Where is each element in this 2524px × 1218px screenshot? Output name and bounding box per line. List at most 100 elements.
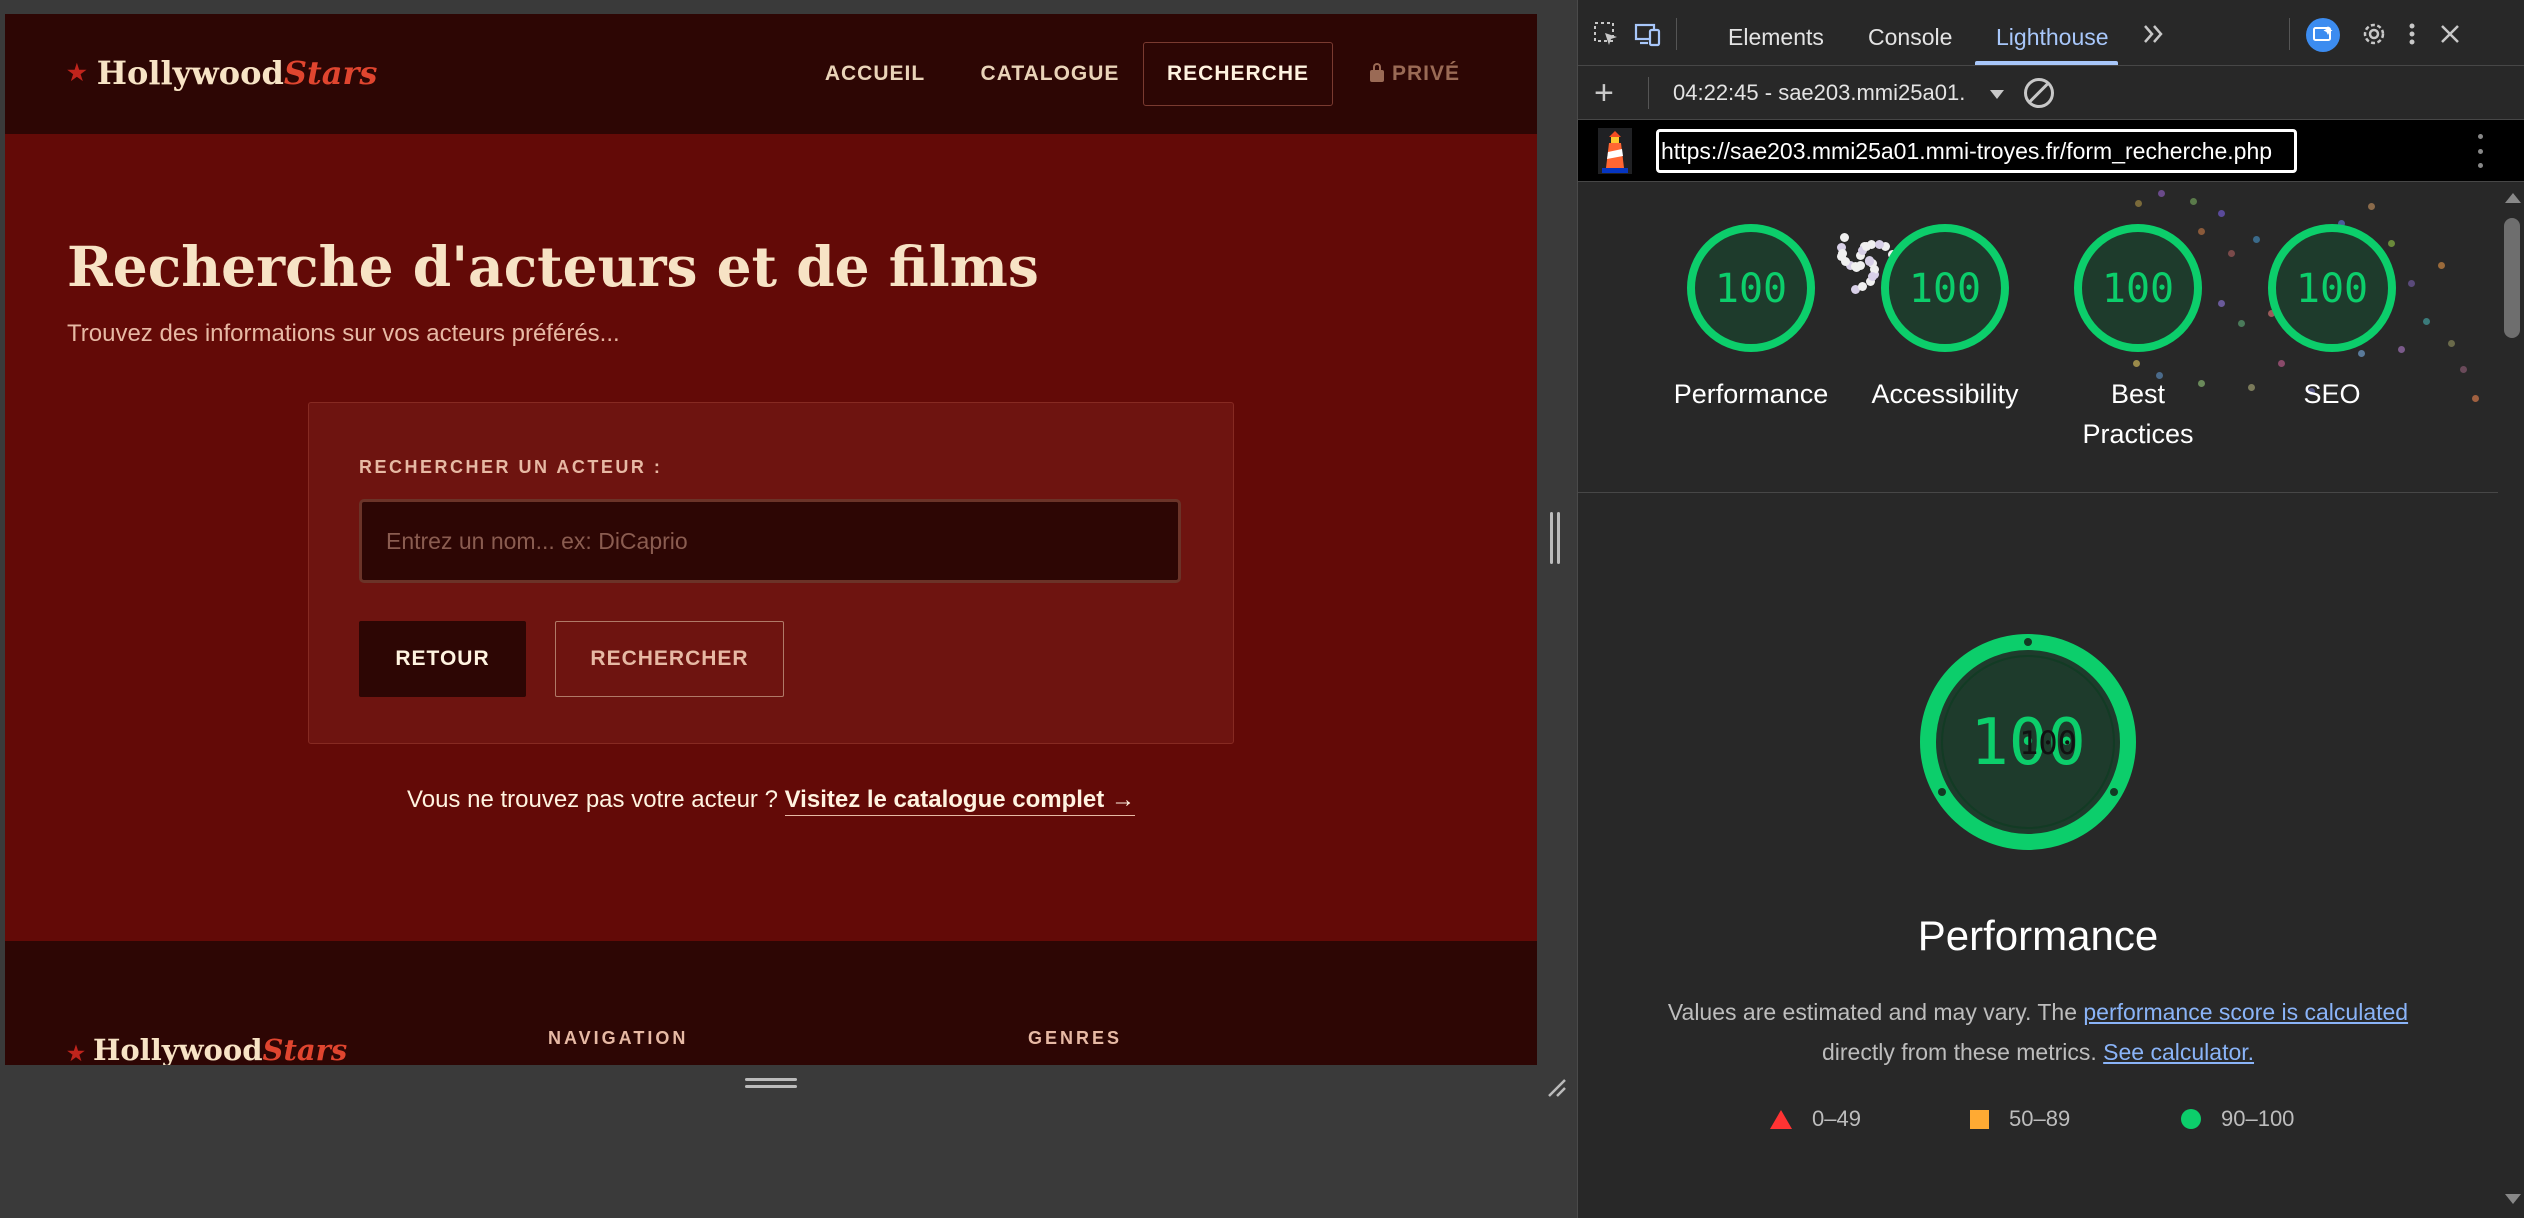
legend-average-range: 50–89 [2009, 1106, 2071, 1131]
lighthouse-logo-icon [1598, 128, 1632, 174]
confetti-dot [2238, 320, 2245, 327]
best-practices-score-value: 100 [2102, 266, 2174, 312]
confetti-dot [2158, 190, 2165, 197]
close-devtools-icon[interactable] [2436, 20, 2464, 48]
section-divider [1578, 492, 2498, 493]
search-button[interactable]: RECHERCHER [555, 621, 784, 697]
scroll-down-arrow-icon[interactable] [2505, 1194, 2521, 1204]
logo-accent-text: Stars [283, 54, 378, 92]
best-practices-gauge-label[interactable]: Best Practices [2038, 374, 2238, 454]
nav-recherche[interactable]: RECHERCHE [1143, 42, 1333, 106]
search-form-card: RECHERCHER UN ACTEUR : RETOUR RECHERCHER [308, 402, 1234, 744]
confetti-dot [1850, 261, 1860, 271]
description-text-1: Values are estimated and may vary. The [1667, 999, 2084, 1025]
performance-gauge-label[interactable]: Performance [1651, 374, 1851, 414]
new-report-plus-icon[interactable]: + [1594, 74, 1614, 113]
site-logo[interactable]: ★ HollywoodStars [67, 54, 377, 92]
toolbar-separator [2289, 18, 2290, 50]
device-emulation-area: ★ HollywoodStars ACCUEIL CATALOGUE RECHER… [0, 0, 1577, 1218]
confetti-dot [1864, 256, 1874, 266]
performance-description: Values are estimated and may vary. The p… [1578, 992, 2498, 1072]
average-square-icon [1970, 1109, 1989, 1129]
confetti-dot [1841, 256, 1850, 266]
viewport-width-resize-handle[interactable] [1550, 512, 1564, 564]
catalog-hint: Vous ne trouvez pas votre acteur ? Visit… [5, 786, 1537, 816]
confetti-dot [2408, 280, 2415, 287]
lighthouse-toolbar: + 04:22:45 - sae203.mmi25a01. [1578, 66, 2524, 120]
best-practices-score-gauge[interactable]: 100 [2072, 222, 2204, 354]
viewport-height-resize-handle[interactable] [745, 1078, 797, 1092]
devtools-panel: Elements Console Lighthouse + 04:22:45 -… [1577, 0, 2524, 1218]
settings-gear-icon[interactable] [2360, 20, 2388, 48]
fail-triangle-icon [1770, 1109, 1792, 1129]
nav-prive[interactable]: PRIVÉ [1355, 42, 1475, 106]
confetti-dot [2190, 198, 2197, 205]
performance-section-title: Performance [1917, 912, 2159, 959]
confetti-dot [2253, 236, 2260, 243]
device-toolbar-icon[interactable] [1634, 20, 1662, 48]
tab-lighthouse[interactable]: Lighthouse [1996, 24, 2109, 51]
performance-score-gauge[interactable]: 100 [1685, 222, 1817, 354]
report-selector[interactable]: 04:22:45 - sae203.mmi25a01. [1673, 80, 1965, 106]
report-url[interactable]: https://sae203.mmi25a01.mmi-troyes.fr/fo… [1656, 129, 2297, 173]
see-calculator-link[interactable]: See calculator. [2103, 1039, 2254, 1065]
footer-logo[interactable]: ★ HollywoodStars [67, 1033, 347, 1065]
search-label: RECHERCHER UN ACTEUR : [359, 457, 663, 477]
accessibility-score-gauge[interactable]: 100 [1879, 222, 2011, 354]
toolbar-separator [1648, 77, 1649, 109]
nav-accueil[interactable]: ACCUEIL [815, 42, 935, 106]
tab-elements[interactable]: Elements [1728, 24, 1824, 51]
scrollbar-thumb[interactable] [2504, 218, 2520, 338]
accessibility-gauge-label[interactable]: Accessibility [1845, 374, 2045, 414]
confetti-dot [1839, 232, 1849, 242]
catalog-link[interactable]: Visitez le catalogue complet → [784, 786, 1135, 816]
page-viewport: ★ HollywoodStars ACCUEIL CATALOGUE RECHER… [5, 14, 1537, 1065]
back-button[interactable]: RETOUR [359, 621, 526, 697]
report-scrollbar[interactable] [2500, 184, 2524, 1218]
nav-catalogue[interactable]: CATALOGUE [965, 42, 1135, 106]
accessibility-score-value: 100 [1909, 266, 1981, 312]
confetti-dot [2133, 360, 2140, 367]
report-dropdown-caret-icon[interactable] [1990, 90, 2004, 99]
confetti-dot [2218, 300, 2225, 307]
performance-main-score-overlay: 100 [2019, 724, 2077, 762]
nav-prive-label: PRIVÉ [1391, 62, 1461, 85]
ai-assistance-icon[interactable] [2306, 18, 2340, 52]
confetti-dot [2135, 200, 2142, 207]
active-tab-indicator [1975, 61, 2118, 65]
more-options-icon[interactable] [2398, 20, 2426, 48]
legend-fail: 0–49 [1770, 1106, 1861, 1132]
report-menu-icon[interactable] [2478, 134, 2484, 168]
legend-pass-range: 90–100 [2221, 1106, 2295, 1131]
confetti-dot [1862, 242, 1872, 252]
seo-score-gauge[interactable]: 100 [2266, 222, 2398, 354]
star-icon: ★ [67, 1041, 85, 1065]
lock-icon [1369, 63, 1384, 82]
confetti-dot [2368, 203, 2375, 210]
legend-fail-range: 0–49 [1812, 1106, 1861, 1131]
tab-console[interactable]: Console [1868, 24, 1952, 51]
clear-reports-icon[interactable] [2024, 78, 2054, 108]
site-header: ★ HollywoodStars ACCUEIL CATALOGUE RECHER… [5, 14, 1537, 134]
report-url-bar: https://sae203.mmi25a01.mmi-troyes.fr/fo… [1578, 120, 2524, 182]
inspect-element-icon[interactable] [1592, 20, 1620, 48]
toolbar-separator [1676, 18, 1677, 50]
viewport-corner-resize-icon[interactable] [1545, 1076, 1567, 1098]
pass-circle-icon [2181, 1109, 2201, 1129]
scroll-up-arrow-icon[interactable] [2505, 193, 2521, 203]
confetti-dot [2278, 360, 2285, 367]
performance-main-gauge: 100 100 [1920, 634, 2136, 850]
confetti-dot [2448, 340, 2455, 347]
actor-search-input[interactable] [359, 499, 1181, 583]
score-calculation-link[interactable]: performance score is calculated [2083, 999, 2408, 1025]
page-title: Recherche d'acteurs et de films [67, 234, 1039, 299]
confetti-dot [2460, 366, 2467, 373]
description-text-2: directly from these metrics. [1821, 1039, 2104, 1065]
more-tabs-chevron-icon[interactable] [2140, 20, 2168, 48]
confetti-dot [2398, 346, 2405, 353]
confetti-dot [2472, 395, 2479, 402]
confetti-dot [1857, 281, 1867, 291]
viewport-top-strip [0, 0, 1577, 14]
star-icon: ★ [67, 60, 87, 86]
seo-gauge-label[interactable]: SEO [2232, 374, 2432, 414]
